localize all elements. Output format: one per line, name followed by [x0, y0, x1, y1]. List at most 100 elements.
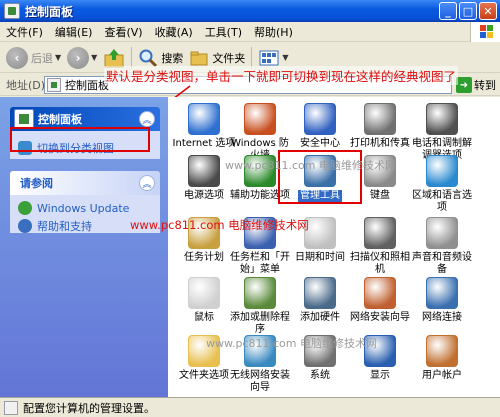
control-panel-item-label: 系统 [310, 370, 330, 381]
control-panel-item[interactable]: 网络连接 [410, 277, 474, 324]
control-panel-item[interactable]: 鼠标 [172, 277, 236, 324]
control-panel-item[interactable]: 声音和音频设备 [410, 217, 474, 276]
control-panel-item-label: 显示 [370, 370, 390, 381]
watermark: www.pc811.com 电脑维修技术网 [206, 337, 377, 350]
control-panel-item-label: 任务计划 [184, 252, 224, 263]
control-panel-item-label: 声音和音频设备 [412, 252, 472, 275]
forward-arrow-icon: › [67, 46, 90, 69]
see-also-section-header[interactable]: 请参阅 ︽ [10, 171, 160, 195]
watermark: www.pc811.com 电脑维修技术网 [130, 218, 309, 232]
folders-button[interactable]: 文件夹 [189, 48, 245, 68]
control-panel-item[interactable]: 电话和调制解调器选项 [410, 103, 474, 162]
window-title: 控制面板 [25, 4, 74, 19]
address-label: 地址(D) [6, 78, 46, 92]
windows-update-icon [18, 201, 32, 215]
control-panel-item-icon [188, 103, 220, 135]
control-panel-item[interactable]: 添加硬件 [288, 277, 352, 324]
collapse-icon[interactable]: ︽ [139, 111, 155, 127]
menu-file[interactable]: 文件(F) [0, 24, 49, 40]
views-dropdown-icon: ▼ [282, 53, 289, 62]
annotation-text: 默认是分类视图，单击一下就即可切换到现在这样的经典视图了 [104, 66, 459, 85]
menu-view[interactable]: 查看(V) [98, 24, 148, 40]
control-panel-item-icon [188, 277, 220, 309]
control-panel-item-label: 扫描仪和照相机 [350, 252, 410, 275]
control-panel-item[interactable]: Internet 选项 [172, 103, 236, 150]
control-panel-item[interactable]: 用户帐户 [410, 335, 474, 382]
menu-edit[interactable]: 编辑(E) [49, 24, 99, 40]
control-panel-item-icon [304, 277, 336, 309]
search-button[interactable]: 搜索 [138, 48, 183, 68]
control-panel-item-label: 无线网络安装向导 [230, 370, 290, 393]
folders-label: 文件夹 [212, 51, 246, 65]
control-panel-item-label: 日期和时间 [295, 252, 345, 263]
views-button[interactable]: ▼ [258, 48, 288, 68]
control-panel-item-icon [244, 277, 276, 309]
status-text: 配置您计算机的管理设置。 [23, 401, 155, 415]
control-panel-item-icon [304, 217, 336, 249]
go-label: 转到 [474, 79, 496, 92]
maximize-button[interactable]: □ [459, 2, 477, 20]
go-button[interactable]: ➜ 转到 [456, 77, 496, 93]
control-panel-item-icon [426, 103, 458, 135]
control-panel-item-label: 电源选项 [184, 190, 224, 201]
watermark: www.pc811.com 电脑维修技术网 [225, 159, 396, 172]
search-icon [139, 49, 158, 67]
close-button[interactable]: ✕ [479, 2, 497, 20]
collapse-icon[interactable]: ︽ [139, 175, 155, 191]
control-panel-item-label: 任务栏和「开始」菜单 [230, 252, 290, 275]
search-label: 搜索 [161, 51, 184, 65]
forward-button[interactable]: › ▼ [67, 46, 98, 69]
control-panel-item-label: 文件夹选项 [179, 370, 229, 381]
status-bar: 配置您计算机的管理设置。 [0, 397, 500, 417]
control-panel-item-icon [426, 217, 458, 249]
windows-logo-icon [470, 22, 500, 42]
control-panel-item-icon [364, 277, 396, 309]
control-panel-item-icon [364, 103, 396, 135]
go-arrow-icon: ➜ [456, 77, 472, 93]
control-panel-item[interactable]: 添加或删除程序 [228, 277, 292, 336]
help-and-support-label: 帮助和支持 [37, 220, 92, 233]
window-controls: _ □ ✕ [439, 2, 497, 20]
address-value: 控制面板 [65, 79, 109, 92]
control-panel-item-label: Internet 选项 [172, 138, 236, 149]
windows-update-link[interactable]: Windows Update [18, 201, 152, 215]
control-panel-items: Internet 选项Windows 防火墙安全中心打印机和传真电话和调制解调器… [168, 97, 500, 397]
control-panel-item-label: 鼠标 [194, 312, 214, 323]
control-panel-item[interactable]: 扫描仪和照相机 [348, 217, 412, 276]
back-arrow-icon: ‹ [6, 46, 28, 69]
control-panel-item-label: 安全中心 [300, 138, 340, 149]
menu-help[interactable]: 帮助(H) [248, 24, 299, 40]
control-panel-item[interactable]: 打印机和传真 [348, 103, 412, 150]
back-button[interactable]: ‹ 后退 ▼ [6, 46, 61, 69]
back-label: 后退 [31, 51, 53, 65]
control-panel-item-icon [244, 103, 276, 135]
forward-dropdown-icon: ▼ [91, 53, 98, 62]
help-icon [18, 219, 32, 233]
menu-bar: 文件(F) 编辑(E) 查看(V) 收藏(A) 工具(T) 帮助(H) [0, 22, 500, 42]
highlight-box [10, 127, 150, 152]
control-panel-section-title: 控制面板 [38, 113, 82, 126]
control-panel-item-label: 网络安装向导 [350, 312, 410, 323]
control-panel-item-icon [364, 217, 396, 249]
control-panel-item-icon [426, 277, 458, 309]
control-panel-item-label: 打印机和传真 [350, 138, 410, 149]
control-panel-item-icon [188, 155, 220, 187]
control-panel-item-icon [426, 335, 458, 367]
control-panel-item-icon [426, 155, 458, 187]
control-panel-item[interactable]: 安全中心 [288, 103, 352, 150]
title-bar: 控制面板 _ □ ✕ [0, 0, 500, 22]
menu-favorites[interactable]: 收藏(A) [149, 24, 199, 40]
control-panel-item-label: 添加硬件 [300, 312, 340, 323]
control-panel-item-label: 区域和语言选项 [412, 190, 472, 213]
control-panel-item-label: 用户帐户 [422, 370, 462, 381]
views-icon [259, 50, 279, 65]
control-panel-item-icon [304, 103, 336, 135]
control-panel-small-icon [47, 78, 61, 92]
see-also-title: 请参阅 [20, 177, 53, 190]
control-panel-item-label: 网络连接 [422, 312, 462, 323]
control-panel-item[interactable]: 区域和语言选项 [410, 155, 474, 214]
control-panel-item[interactable]: 网络安装向导 [348, 277, 412, 324]
control-panel-item-label: 键盘 [370, 190, 390, 201]
menu-tools[interactable]: 工具(T) [199, 24, 248, 40]
minimize-button[interactable]: _ [439, 2, 457, 20]
